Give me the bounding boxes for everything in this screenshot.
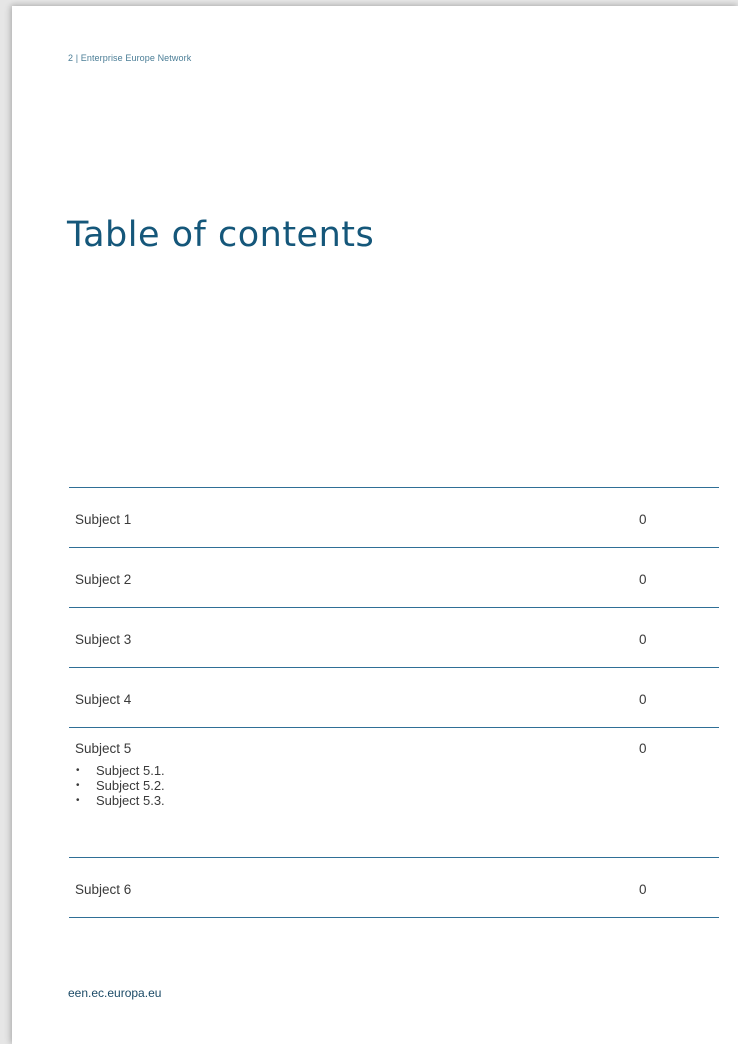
- footer-url[interactable]: een.ec.europa.eu: [68, 986, 161, 1000]
- toc-item-page-number: 0: [639, 512, 647, 527]
- bullet-icon: •: [76, 765, 80, 776]
- toc-row[interactable]: Subject 2 0: [69, 548, 719, 608]
- toc-subitem[interactable]: • Subject 5.1.: [75, 763, 165, 778]
- document-page: 2 | Enterprise Europe Network Table of c…: [12, 6, 738, 1044]
- toc-item-label: Subject 3: [75, 632, 132, 647]
- toc-row[interactable]: Subject 1 0: [69, 488, 719, 548]
- toc-item-label: Subject 4: [75, 692, 132, 707]
- running-header: 2 | Enterprise Europe Network: [68, 53, 192, 63]
- toc-subitem[interactable]: • Subject 5.2.: [75, 778, 165, 793]
- toc-item-label: Subject 5: [75, 741, 132, 756]
- toc-row[interactable]: Subject 4 0: [69, 668, 719, 728]
- toc-subitem-label: Subject 5.2.: [96, 778, 165, 793]
- toc-item-label: Subject 1: [75, 512, 132, 527]
- toc-row[interactable]: Subject 3 0: [69, 608, 719, 668]
- toc-subitem-list: • Subject 5.1. • Subject 5.2. • Subject …: [75, 763, 165, 808]
- bullet-icon: •: [76, 795, 80, 806]
- bullet-icon: •: [76, 780, 80, 791]
- page-title: Table of contents: [67, 215, 375, 255]
- toc-subitem-label: Subject 5.3.: [96, 793, 165, 808]
- toc-item-page-number: 0: [639, 572, 647, 587]
- toc-subitem-label: Subject 5.1.: [96, 763, 165, 778]
- toc-item-page-number: 0: [639, 741, 647, 756]
- toc-row[interactable]: Subject 6 0: [69, 858, 719, 918]
- toc-item-label: Subject 2: [75, 572, 132, 587]
- toc-subitem[interactable]: • Subject 5.3.: [75, 793, 165, 808]
- toc-list: Subject 1 0 Subject 2 0 Subject 3 0 Subj…: [69, 487, 719, 918]
- toc-item-page-number: 0: [639, 692, 647, 707]
- toc-row[interactable]: Subject 5 0 • Subject 5.1. • Subject 5.2…: [69, 728, 719, 858]
- toc-item-page-number: 0: [639, 632, 647, 647]
- toc-item-label: Subject 6: [75, 882, 132, 897]
- toc-item-page-number: 0: [639, 882, 647, 897]
